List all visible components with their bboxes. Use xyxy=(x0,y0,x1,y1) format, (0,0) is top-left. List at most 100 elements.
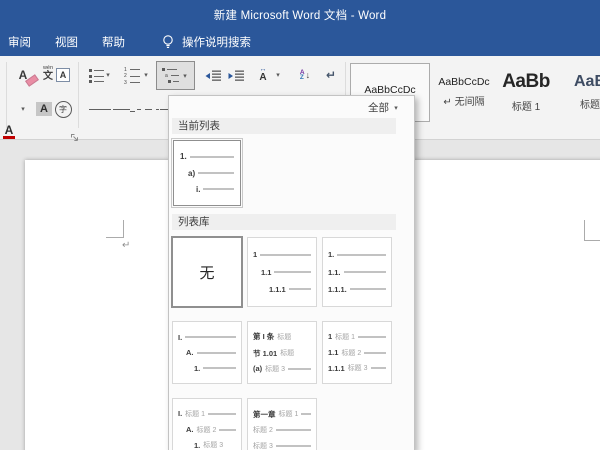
tell-me-search[interactable]: 操作说明搜索 xyxy=(161,34,251,50)
list-style-option[interactable]: 第 I 条标题节 1.01标题(a)标题 3 xyxy=(247,321,317,384)
all-filter-dropdown-arrow xyxy=(392,104,400,112)
heading-text: 标题 2 xyxy=(341,348,361,358)
numbered-list-icon: 1 2 3 xyxy=(124,68,140,85)
group-divider xyxy=(6,62,7,128)
group-divider xyxy=(78,62,79,128)
increase-indent-button[interactable] xyxy=(225,64,247,88)
list-number: A. xyxy=(186,425,194,434)
font-color-dropdown-arrow[interactable] xyxy=(19,105,27,113)
align-center-button[interactable] xyxy=(113,99,135,123)
list-style-option[interactable]: 无 xyxy=(172,237,242,307)
list-style-option[interactable]: I.标题 1 A.标题 2 1.标题 3 xyxy=(172,398,242,450)
text-line xyxy=(301,413,311,415)
enclose-characters-button[interactable]: 字 xyxy=(52,97,74,121)
lightbulb-icon xyxy=(161,34,175,50)
style-preview: AaBbCcDc xyxy=(438,76,489,88)
list-preview-row: 标题 2 xyxy=(253,425,311,435)
ribbon-tab-bar: 审阅 视图 帮助 操作说明搜索 xyxy=(0,28,600,56)
text-line xyxy=(371,367,386,369)
list-preview-row: 1.1.1 xyxy=(253,285,311,294)
sort-button[interactable]: A Z ↓ xyxy=(294,63,316,87)
paragraph-end-mark: ↵ xyxy=(122,240,130,251)
margin-crop-mark-right xyxy=(584,240,600,241)
style-preview: AaBb xyxy=(502,71,550,93)
multilevel-list-button[interactable]: a xyxy=(156,61,195,90)
list-preview-row: 1.1. xyxy=(328,268,386,277)
font-color-glyph: A xyxy=(5,123,14,137)
current-list-preview[interactable]: 1.a)i. xyxy=(173,140,241,206)
style-no-spacing[interactable]: AaBbCcDc ↵ 无间隔 xyxy=(434,63,494,120)
heading-text: 标题 2 xyxy=(253,425,273,435)
align-left-button[interactable] xyxy=(89,99,111,123)
tab-help[interactable]: 帮助 xyxy=(90,28,137,56)
list-style-option[interactable]: 1.1.1.1.1.1. xyxy=(322,237,392,307)
margin-crop-mark-left xyxy=(123,220,124,238)
asian-layout-button[interactable]: ↔ A xyxy=(252,62,274,86)
text-line xyxy=(344,271,386,273)
text-line xyxy=(274,271,311,273)
list-library-grid: 无11.11.1.11.1.1.1.1.1.I.A.1.第 I 条标题节 1.0… xyxy=(172,237,392,450)
list-preview-row: I.标题 1 xyxy=(178,409,236,419)
text-line xyxy=(208,413,236,415)
list-number: 1.1.1 xyxy=(269,285,286,294)
list-preview-row: 1.1标题 2 xyxy=(328,348,386,358)
list-preview-row: (a)标题 3 xyxy=(253,364,311,374)
list-number: 1 xyxy=(328,332,332,341)
show-marks-button[interactable]: ↵ xyxy=(320,63,342,87)
text-line xyxy=(289,288,311,290)
font-color-button[interactable]: A xyxy=(1,121,17,139)
list-number: 第 I 条 xyxy=(253,331,274,342)
text-line xyxy=(276,429,311,431)
list-preview-row: 1. xyxy=(178,364,236,373)
heading-text: 标题 3 xyxy=(265,364,285,374)
list-preview-row: 1.标题 3 xyxy=(178,440,236,450)
all-filter-button[interactable]: 全部 xyxy=(368,100,400,115)
list-number: a) xyxy=(188,169,195,178)
multilevel-list-icon: a xyxy=(162,68,179,83)
list-style-option[interactable]: 1 1.1 1.1.1 xyxy=(247,237,317,307)
tab-view[interactable]: 视图 xyxy=(43,28,90,56)
clear-formatting-button[interactable]: A xyxy=(12,63,34,87)
text-line xyxy=(219,429,236,431)
heading-text: 标题 2 xyxy=(197,425,217,435)
style-label: ↵ 无间隔 xyxy=(443,93,484,108)
text-line xyxy=(337,254,386,256)
text-line xyxy=(185,336,236,338)
list-style-option[interactable]: 第一章标题 1标题 2标题 3 xyxy=(247,398,317,450)
list-library-header: 列表库 xyxy=(172,214,396,230)
align-right-button[interactable] xyxy=(137,99,159,123)
numbering-button[interactable]: 1 2 3 xyxy=(121,64,143,88)
style-label: 标题 xyxy=(580,96,600,111)
decrease-indent-button[interactable] xyxy=(202,64,224,88)
heading-text: 标题 3 xyxy=(253,441,273,450)
list-number: 节 1.01 xyxy=(253,348,277,359)
text-line xyxy=(197,352,237,354)
list-preview-row: i. xyxy=(180,185,234,194)
list-preview-row: A. xyxy=(178,348,236,357)
list-number: 1.1 xyxy=(261,268,271,277)
style-heading-2[interactable]: AaB 标题 xyxy=(560,63,600,120)
heading-text: 标题 1 xyxy=(185,409,205,419)
numbering-dropdown-arrow[interactable] xyxy=(142,71,150,79)
asian-layout-dropdown-arrow[interactable] xyxy=(274,71,282,79)
title-bar: 新建 Microsoft Word 文档 - Word xyxy=(0,0,600,28)
character-border-button[interactable]: A xyxy=(52,63,74,87)
font-dialog-launcher[interactable] xyxy=(70,130,80,148)
list-preview-row: 1标题 1 xyxy=(328,332,386,342)
list-style-option[interactable]: I. A. 1. xyxy=(172,321,242,384)
decrease-indent-icon xyxy=(204,69,222,83)
current-list-header: 当前列表 xyxy=(172,118,396,134)
text-line xyxy=(198,172,234,174)
tab-review[interactable]: 审阅 xyxy=(0,28,43,56)
list-preview-row: 1 xyxy=(253,250,311,259)
list-style-option[interactable]: 1标题 11.1标题 21.1.1标题 3 xyxy=(322,321,392,384)
text-line xyxy=(190,156,234,158)
list-number: 1. xyxy=(194,364,200,373)
list-number: 1.1 xyxy=(328,348,338,357)
list-preview-row: I. xyxy=(178,333,236,342)
style-heading-1[interactable]: AaBb 标题 1 xyxy=(496,63,556,120)
character-shading-icon: A xyxy=(36,102,52,116)
list-preview-row: 节 1.01标题 xyxy=(253,348,311,359)
margin-crop-mark-left xyxy=(106,237,124,238)
bullets-dropdown-arrow[interactable] xyxy=(104,71,112,79)
